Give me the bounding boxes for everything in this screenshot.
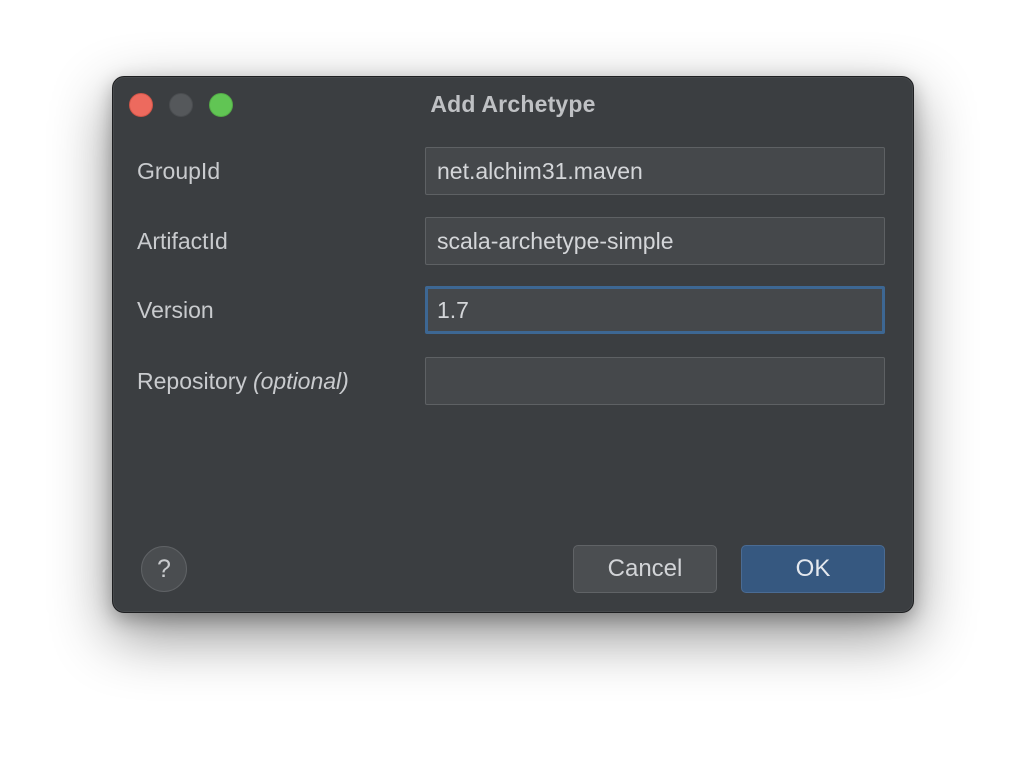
dialog-title: Add Archetype <box>430 91 596 117</box>
artifact-id-row: ArtifactId scala-archetype-simple <box>137 217 887 265</box>
repository-label: Repository <box>137 368 247 394</box>
add-archetype-dialog: Add Archetype GroupId net.alchim31.maven… <box>112 76 914 613</box>
version-label: Version <box>137 297 214 323</box>
help-button[interactable]: ? <box>141 546 187 592</box>
version-row: Version 1.7 <box>137 286 887 334</box>
repository-row: Repository (optional) <box>137 357 887 405</box>
repository-field[interactable] <box>425 357 885 405</box>
repository-optional-hint: (optional) <box>252 368 349 394</box>
artifact-id-field[interactable]: scala-archetype-simple <box>425 217 885 265</box>
artifact-id-label: ArtifactId <box>137 228 228 254</box>
ok-button[interactable]: OK <box>741 545 885 593</box>
cancel-button[interactable]: Cancel <box>573 545 717 593</box>
group-id-row: GroupId net.alchim31.maven <box>137 147 887 195</box>
title-bar: Add Archetype <box>113 77 913 133</box>
version-field[interactable]: 1.7 <box>425 286 885 334</box>
repository-label-group: Repository (optional) <box>137 368 349 395</box>
group-id-field[interactable]: net.alchim31.maven <box>425 147 885 195</box>
group-id-label: GroupId <box>137 158 221 184</box>
